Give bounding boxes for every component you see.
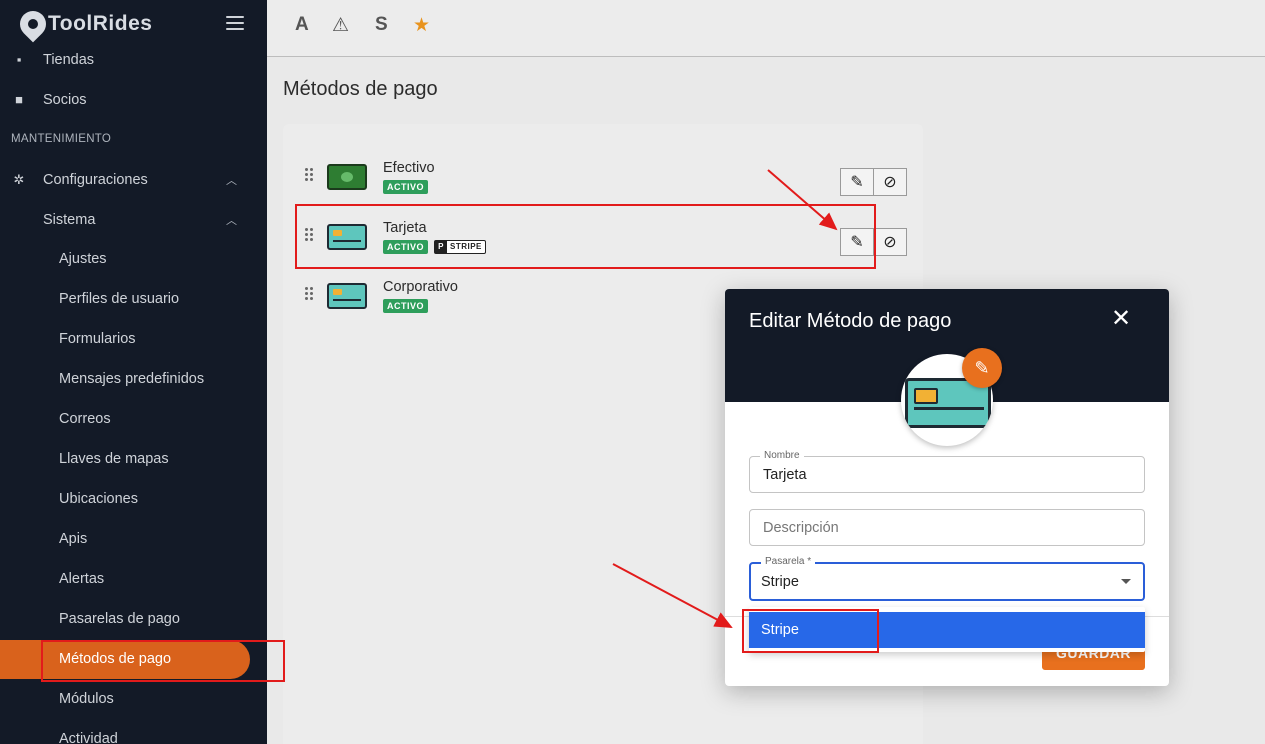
- sidebar-item-formularios[interactable]: Formularios: [0, 319, 267, 359]
- description-field[interactable]: Descripción: [749, 509, 1145, 546]
- section-header: MANTENIMIENTO: [11, 133, 112, 145]
- sidebar-item-sistema[interactable]: Sistema ︿: [0, 200, 267, 240]
- sidebar-item-label: Módulos: [59, 691, 114, 707]
- sidebar-item-label: Formularios: [59, 331, 136, 347]
- sidebar: ▪ Tiendas ■ Socios MANTENIMIENTO ✲ Confi…: [0, 0, 267, 744]
- dialog-title: Editar Método de pago: [749, 310, 952, 332]
- caret-down-icon: [1121, 579, 1131, 584]
- sidebar-item-label: Apis: [59, 531, 88, 547]
- name-field[interactable]: Nombre Tarjeta: [749, 450, 1145, 493]
- pencil-icon: ✎: [974, 357, 990, 378]
- drag-handle-icon[interactable]: [305, 168, 315, 182]
- gateway-value: Stripe: [761, 574, 799, 590]
- sidebar-item-actividad[interactable]: Actividad: [0, 719, 267, 744]
- sidebar-item-label: Perfiles de usuario: [59, 291, 180, 307]
- sidebar-item-ajustes[interactable]: Ajustes: [0, 239, 267, 279]
- name-label: Nombre: [760, 450, 804, 461]
- sidebar-item-ubicaciones[interactable]: Ubicaciones: [0, 479, 267, 519]
- edit-button[interactable]: ✎: [840, 168, 874, 196]
- sidebar-item-label: Configuraciones: [43, 172, 148, 188]
- sidebar-item-configuraciones[interactable]: ✲ Configuraciones ︿: [0, 160, 267, 200]
- payment-method-name: Efectivo: [383, 160, 435, 176]
- status-badge: ACTIVO: [383, 180, 429, 194]
- name-value: Tarjeta: [763, 467, 807, 483]
- star-icon[interactable]: ★: [413, 14, 430, 37]
- sidebar-item-label: Tiendas: [43, 52, 95, 68]
- sidebar-item-socios[interactable]: ■ Socios: [0, 80, 267, 120]
- pencil-icon: ✎: [850, 174, 864, 191]
- gateway-select[interactable]: Pasarela * Stripe: [749, 556, 1145, 601]
- sidebar-item-label: Ubicaciones: [59, 491, 138, 507]
- highlight-box: [295, 204, 876, 269]
- sidebar-item-alertas[interactable]: Alertas: [0, 559, 267, 599]
- store-icon: ▪: [16, 52, 22, 67]
- page-title: Métodos de pago: [283, 78, 438, 100]
- description-placeholder: Descripción: [763, 520, 839, 536]
- status-badge: ACTIVO: [383, 299, 429, 313]
- block-icon: ⊘: [883, 174, 897, 191]
- chevron-up-icon: ︿: [226, 175, 237, 187]
- cash-icon: [327, 164, 367, 190]
- disable-button[interactable]: ⊘: [873, 168, 907, 196]
- payment-method-name: Corporativo: [383, 279, 458, 295]
- credit-card-icon: [327, 283, 367, 309]
- sidebar-item-label: Sistema: [43, 212, 96, 228]
- hamburger-menu-icon[interactable]: [226, 16, 244, 30]
- close-icon[interactable]: ✕: [1111, 307, 1131, 331]
- sidebar-item-label: Alertas: [59, 571, 105, 587]
- sidebar-item-pasarelas[interactable]: Pasarelas de pago: [0, 599, 267, 639]
- sidebar-item-correos[interactable]: Correos: [0, 399, 267, 439]
- font-a-icon[interactable]: A: [295, 14, 309, 36]
- brand: ToolRides: [0, 0, 267, 48]
- sidebar-item-label: Ajustes: [59, 251, 107, 267]
- sidebar-item-label: Actividad: [59, 731, 118, 744]
- topbar: A ⚠ S ★: [267, 0, 1265, 57]
- block-icon: ⊘: [883, 234, 897, 251]
- sidebar-item-perfiles[interactable]: Perfiles de usuario: [0, 279, 267, 319]
- sidebar-item-label: Llaves de mapas: [59, 451, 169, 467]
- briefcase-icon: ■: [15, 92, 23, 107]
- drag-handle-icon[interactable]: [305, 287, 315, 301]
- disable-button[interactable]: ⊘: [873, 228, 907, 256]
- sidebar-item-llaves[interactable]: Llaves de mapas: [0, 439, 267, 479]
- sidebar-item-modulos[interactable]: Módulos: [0, 679, 267, 719]
- highlight-box: [742, 609, 879, 653]
- sidebar-item-apis[interactable]: Apis: [0, 519, 267, 559]
- chevron-up-icon: ︿: [226, 215, 237, 227]
- logo-pin-icon: [14, 5, 52, 43]
- gear-icon: ✲: [13, 172, 25, 187]
- sidebar-item-label: Pasarelas de pago: [59, 611, 180, 627]
- gateway-label: Pasarela *: [761, 556, 816, 567]
- warning-icon[interactable]: ⚠: [332, 14, 349, 37]
- edit-image-button[interactable]: ✎: [962, 348, 1002, 388]
- sidebar-item-label: Socios: [43, 92, 87, 108]
- font-s-icon[interactable]: S: [375, 14, 388, 36]
- sidebar-item-mensajes[interactable]: Mensajes predefinidos: [0, 359, 267, 399]
- sidebar-item-label: Mensajes predefinidos: [59, 371, 205, 387]
- highlight-box: [41, 640, 285, 682]
- brand-name: ToolRides: [48, 12, 153, 35]
- sidebar-item-label: Correos: [59, 411, 111, 427]
